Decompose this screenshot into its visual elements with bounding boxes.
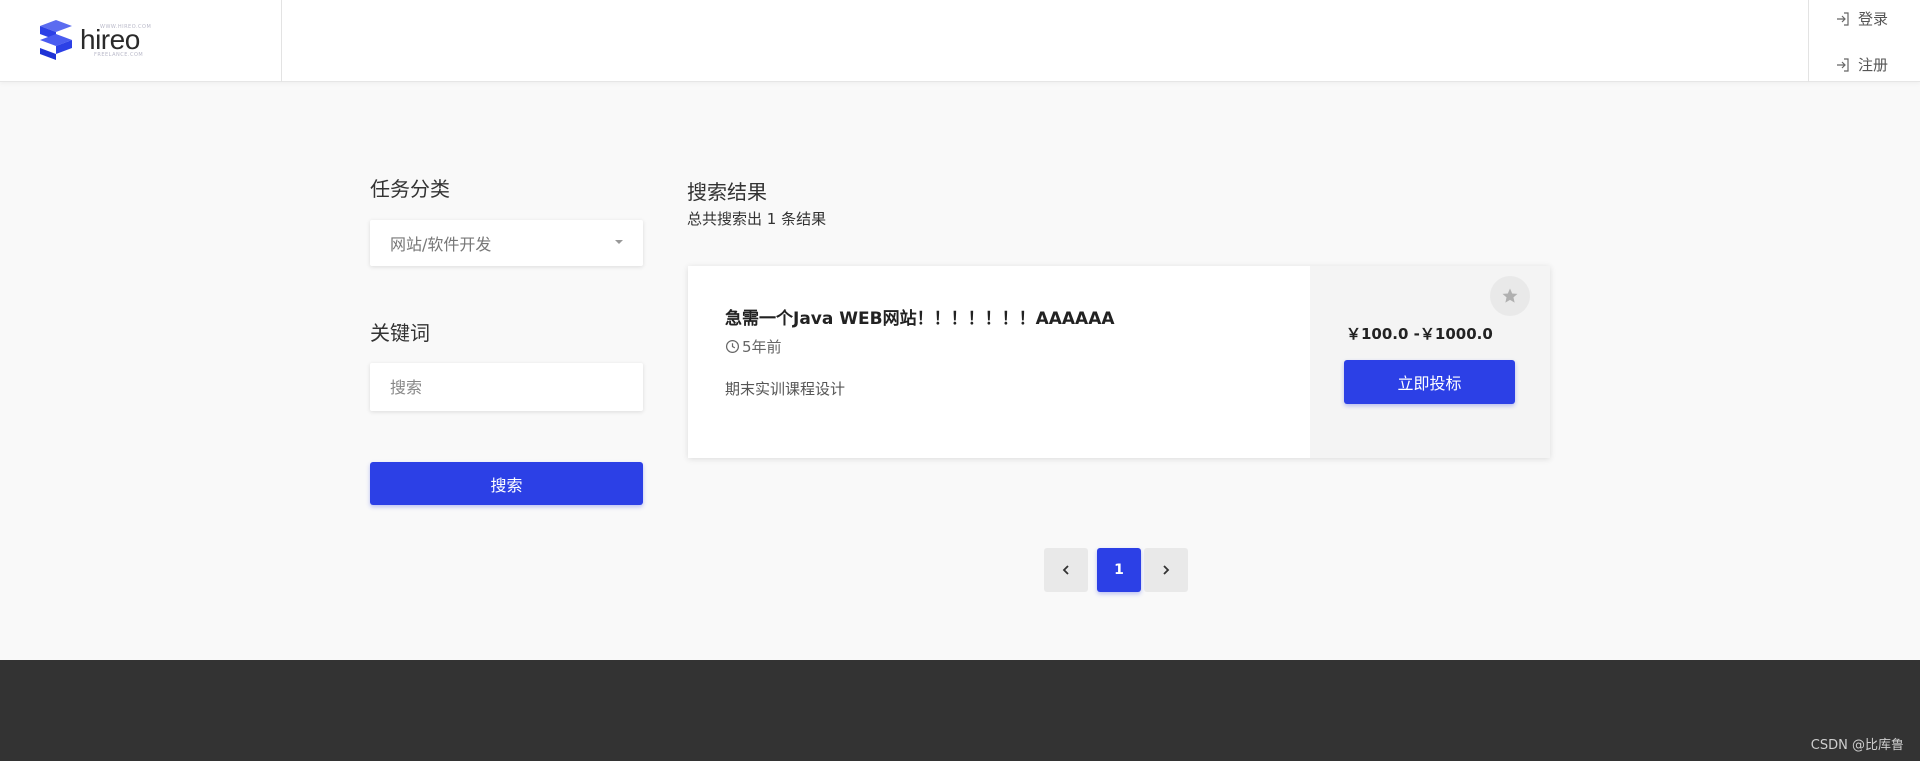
job-price: ￥100.0 -￥1000.0	[1346, 325, 1493, 343]
prev-page-button[interactable]	[1044, 548, 1088, 592]
chevron-left-icon	[1062, 565, 1069, 575]
logo-text: hireo	[80, 24, 140, 55]
login-label: 登录	[1858, 10, 1889, 28]
next-page-button[interactable]	[1144, 548, 1188, 592]
logo-mark-icon	[40, 20, 72, 60]
auth-area: 登录 注册	[1808, 0, 1920, 82]
job-card-side: ￥100.0 -￥1000.0 立即投标	[1310, 266, 1550, 458]
logo-area[interactable]: WWW.HIREO.COM FREELANCE.COM hireo	[0, 0, 282, 82]
job-time-label: 5年前	[742, 338, 782, 356]
keyword-input[interactable]	[370, 363, 643, 411]
chevron-down-icon	[615, 240, 623, 244]
job-description: 期末实训课程设计	[725, 380, 846, 398]
register-label: 注册	[1858, 56, 1889, 74]
keyword-title: 关键词	[370, 321, 430, 345]
job-title[interactable]: 急需一个Java WEB网站！！！！！！！AAAAAA	[725, 304, 1115, 329]
register-icon	[1837, 57, 1849, 72]
category-select[interactable]: 网站/软件开发	[370, 220, 643, 266]
star-icon	[1502, 288, 1518, 303]
clock-icon	[725, 339, 740, 354]
bookmark-button[interactable]	[1490, 276, 1530, 316]
login-link[interactable]: 登录	[1835, 8, 1888, 29]
register-link[interactable]: 注册	[1835, 54, 1888, 75]
job-card: 急需一个Java WEB网站！！！！！！！AAAAAA 5年前 期末实训课程设计…	[688, 266, 1550, 458]
category-selected-value: 网站/软件开发	[390, 235, 492, 254]
site-header: WWW.HIREO.COM FREELANCE.COM hireo 登录 注册	[0, 0, 1920, 82]
page-1-button[interactable]: 1	[1097, 548, 1141, 592]
login-icon	[1837, 11, 1849, 26]
watermark-text: CSDN @比库鲁	[1810, 738, 1904, 753]
results-title: 搜索结果	[687, 180, 767, 204]
job-time: 5年前	[725, 336, 782, 357]
search-button[interactable]: 搜索	[370, 462, 643, 505]
bid-button[interactable]: 立即投标	[1344, 360, 1515, 404]
results-count: 总共搜索出 1 条结果	[687, 210, 827, 228]
chevron-right-icon	[1163, 565, 1170, 575]
site-footer	[0, 660, 1920, 761]
category-title: 任务分类	[370, 177, 450, 201]
